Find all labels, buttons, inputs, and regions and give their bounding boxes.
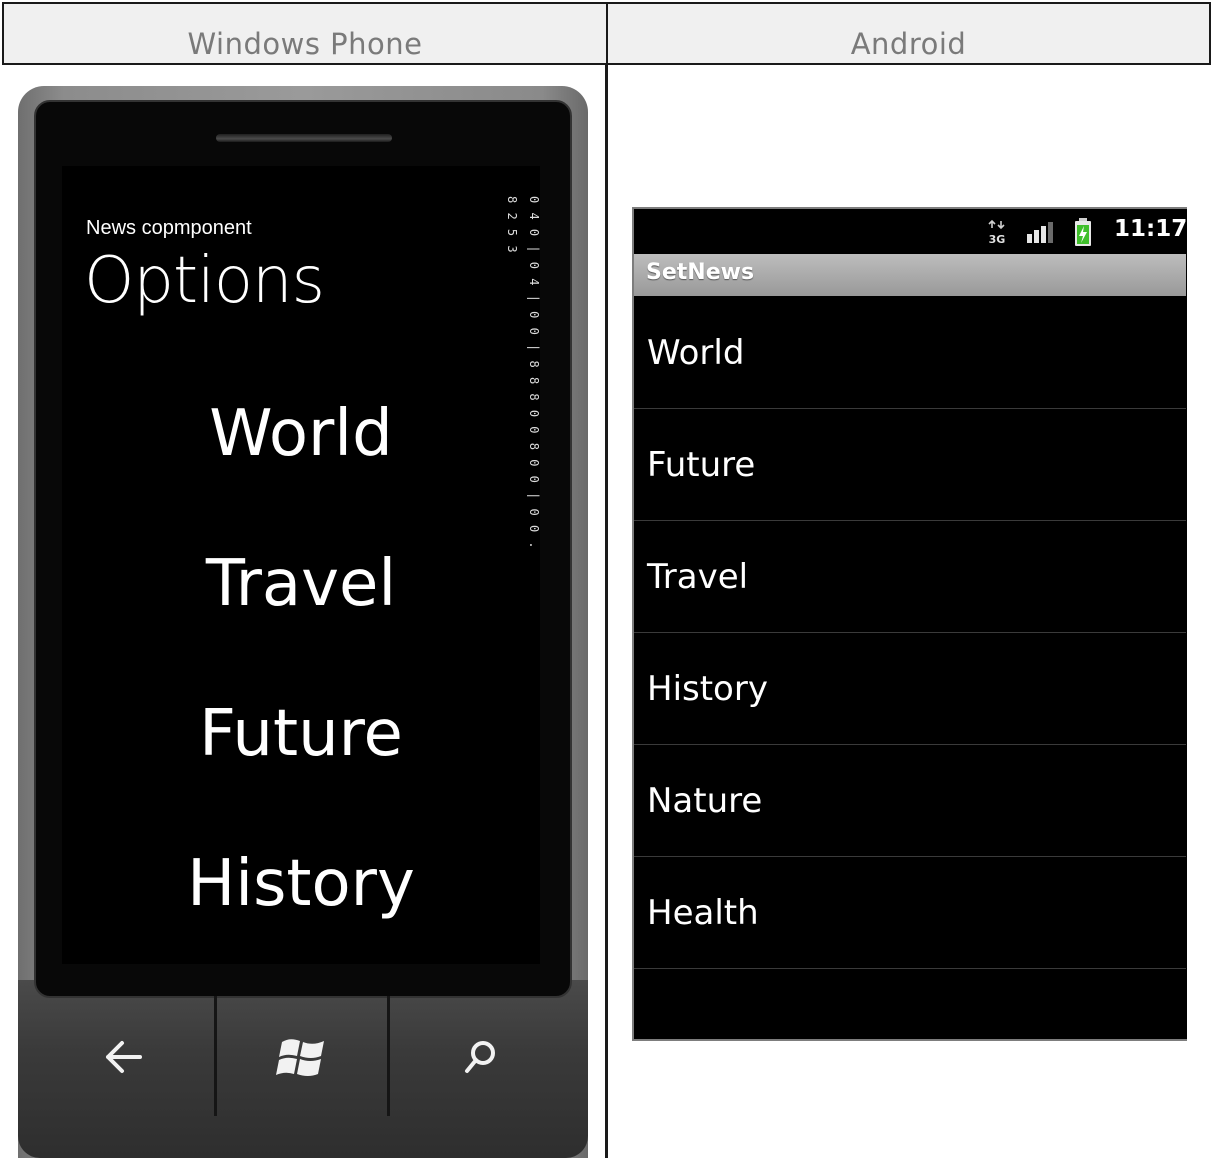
android-list-item-history[interactable]: History (634, 633, 1186, 745)
android-status-bar: 3G (634, 209, 1186, 254)
wp-list-item-world[interactable]: World (62, 396, 540, 472)
header-android: Android (606, 2, 1211, 65)
wp-app-name: News copmponent (86, 217, 252, 239)
list-item-label: World (647, 333, 745, 373)
start-button[interactable] (217, 996, 387, 1118)
windows-logo-icon (276, 1039, 324, 1076)
network-label: 3G (989, 233, 1006, 245)
signal-strength-icon (1027, 222, 1053, 243)
wp-page-title: Options (84, 244, 325, 318)
wp-hardware-buttons (34, 996, 572, 1118)
search-icon (465, 1041, 495, 1073)
android-list-item-future[interactable]: Future (634, 409, 1186, 521)
battery-charging-icon (1075, 218, 1091, 246)
android-list-item-travel[interactable]: Travel (634, 521, 1186, 633)
android-app-title: SetNews (646, 260, 755, 285)
list-item-label: Travel (647, 557, 749, 597)
android-list-item-world[interactable]: World (634, 297, 1186, 409)
list-item-label: Nature (647, 781, 763, 821)
android-list-item-health[interactable]: Health (634, 857, 1186, 969)
list-item-label: Future (647, 445, 756, 485)
search-button[interactable] (390, 996, 572, 1118)
back-button[interactable] (34, 996, 214, 1118)
frame-rate-counter: 0 4 0 | 0 4 | 0 0 | 8 8 8 0 0 8 0 0 | 0 … (505, 196, 541, 550)
earpiece-speaker (216, 134, 392, 142)
status-clock: 11:17 (1114, 216, 1188, 242)
list-item-label: Health (647, 893, 759, 933)
wp-list-item-travel[interactable]: Travel (62, 546, 540, 622)
list-item-label: History (647, 669, 768, 709)
header-windows-phone: Windows Phone (2, 2, 608, 65)
back-arrow-icon (106, 1041, 142, 1073)
column-divider (605, 64, 608, 1158)
wp-list-item-history[interactable]: History (62, 846, 540, 922)
wp-list-item-future[interactable]: Future (62, 696, 540, 772)
network-3g-icon: 3G (988, 219, 1006, 245)
android-list-item-nature[interactable]: Nature (634, 745, 1186, 857)
